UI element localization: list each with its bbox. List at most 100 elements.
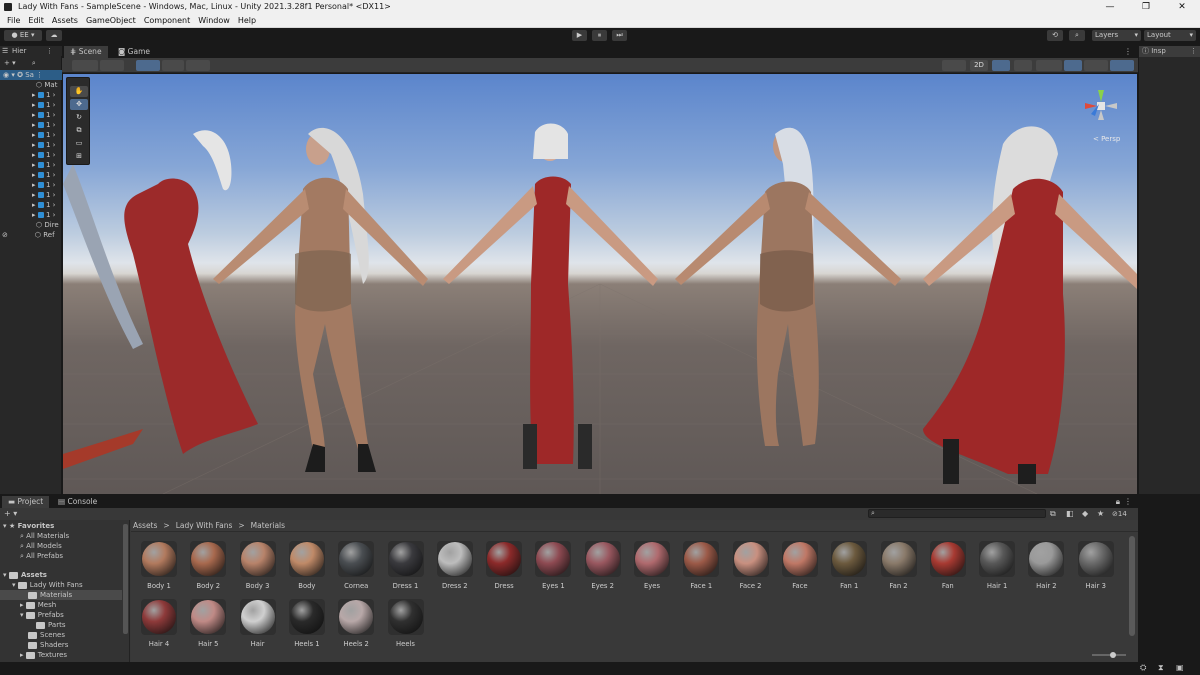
material-item[interactable]: Face 2 <box>730 541 772 595</box>
hidden-objects-toggle[interactable] <box>1064 60 1082 71</box>
material-item[interactable]: Hair 4 <box>138 599 180 653</box>
account-dropdown[interactable]: ● EE ▾ <box>4 30 42 41</box>
scrollbar-thumb[interactable] <box>1129 536 1135 636</box>
folder-item[interactable]: ▸ Mesh <box>20 600 56 610</box>
favorites-header[interactable]: ▾ ★ Favorites <box>3 521 54 531</box>
hierarchy-item[interactable]: ▸ 1 › <box>0 190 62 200</box>
pause-button[interactable]: ⏸ <box>592 30 607 41</box>
add-icon[interactable]: + ▾ <box>4 59 16 67</box>
folder-item[interactable]: Parts <box>36 620 65 630</box>
tree-scrollbar[interactable] <box>123 524 128 634</box>
inspector-tab[interactable]: ⓘ Insp ⋮ <box>1139 46 1200 57</box>
close-button[interactable]: ✕ <box>1164 0 1200 14</box>
scene-viewport[interactable]: < Persp <box>63 74 1137 494</box>
material-item[interactable]: Hair 5 <box>187 599 229 653</box>
hierarchy-item[interactable]: ▸ 1 › <box>0 210 62 220</box>
gizmo-dropdown[interactable] <box>100 60 124 71</box>
material-item[interactable]: Eyes 2 <box>582 541 624 595</box>
hidden-icon[interactable]: ⊘ <box>2 231 8 239</box>
more-icon[interactable]: ⋮ <box>1190 46 1197 57</box>
notification-icon[interactable]: ▣ <box>1176 663 1184 672</box>
thumbnail-size-slider[interactable] <box>1092 652 1126 658</box>
layers-dropdown[interactable]: Layers ▾ <box>1092 30 1141 41</box>
more-icon[interactable]: ⋮ <box>46 46 53 56</box>
grid-snap-dropdown[interactable] <box>136 60 160 71</box>
tab-console[interactable]: ▤ Console <box>52 496 103 508</box>
material-item[interactable]: Eyes <box>631 541 673 595</box>
menu-assets[interactable]: Assets <box>48 14 82 27</box>
material-item[interactable]: Face 1 <box>680 541 722 595</box>
hierarchy-item[interactable]: ▸ 1 › <box>0 180 62 190</box>
camera-dropdown[interactable] <box>1084 60 1108 71</box>
material-item[interactable]: Fan 1 <box>828 541 870 595</box>
orientation-gizmo[interactable] <box>1085 90 1117 120</box>
more-icon[interactable]: ⋮ <box>1124 46 1132 58</box>
rect-tool-button[interactable]: ▭ <box>70 138 88 149</box>
assets-header[interactable]: ▾ Assets <box>3 570 47 580</box>
material-item[interactable]: Eyes 1 <box>532 541 574 595</box>
play-button[interactable]: ▶ <box>572 30 587 41</box>
audio-toggle[interactable] <box>1014 60 1032 71</box>
menu-window[interactable]: Window <box>194 14 234 27</box>
material-item[interactable]: Heels 1 <box>286 599 328 653</box>
more-icon[interactable]: ⋮ <box>1124 496 1132 508</box>
hierarchy-item[interactable]: ▸ 1 › <box>0 170 62 180</box>
menu-edit[interactable]: Edit <box>24 14 48 27</box>
tab-project[interactable]: ▬ Project <box>2 496 50 508</box>
material-item[interactable]: Face <box>779 541 821 595</box>
hierarchy-item[interactable]: ▸ 1 › <box>0 130 62 140</box>
material-item[interactable]: Dress <box>483 541 525 595</box>
folder-item[interactable]: ▸ Textures <box>20 650 67 660</box>
bug-icon[interactable]: ⛭ <box>1140 663 1146 673</box>
snap-dropdown[interactable] <box>162 60 184 71</box>
hierarchy-item[interactable]: ⬡ Mat <box>0 80 62 90</box>
material-item[interactable]: Fan <box>927 541 969 595</box>
hidden-count[interactable]: ⊘14 <box>1112 508 1127 520</box>
2d-toggle[interactable]: 2D <box>970 60 988 71</box>
hierarchy-tab[interactable]: Hier <box>12 46 26 56</box>
history-button[interactable]: ⟲ <box>1047 30 1063 41</box>
hierarchy-item[interactable]: ▸ 1 › <box>0 150 62 160</box>
hierarchy-item[interactable]: ⬡ Dire <box>0 220 62 230</box>
material-item[interactable]: Hair <box>237 599 279 653</box>
hierarchy-item[interactable]: ▸ 1 › <box>0 110 62 120</box>
layout-dropdown[interactable]: Layout ▾ <box>1144 30 1196 41</box>
step-button[interactable]: ⏭ <box>612 30 627 41</box>
folder-item[interactable]: ▾ Lady With Fans <box>12 580 83 590</box>
material-item[interactable]: Body <box>286 541 328 595</box>
hierarchy-item[interactable]: ▸ 1 › <box>0 120 62 130</box>
scale-tool-button[interactable]: ⧉ <box>70 125 88 136</box>
search-input[interactable]: ⌕ <box>868 509 1046 518</box>
material-item[interactable]: Heels 2 <box>335 599 377 653</box>
favorite-icon[interactable]: ★ <box>1097 508 1104 520</box>
transform-tool-button[interactable]: ⊞ <box>70 151 88 162</box>
hierarchy-item[interactable]: ⊘ ⬡ Ref <box>0 230 62 240</box>
cloud-button[interactable]: ☁ <box>46 30 62 41</box>
hierarchy-item[interactable]: ▸ 1 › <box>0 200 62 210</box>
progress-icon[interactable]: ⧗ <box>1158 663 1164 673</box>
filter-icon[interactable]: ⧉ <box>1050 508 1056 520</box>
type-filter-icon[interactable]: ◧ <box>1066 508 1074 520</box>
gizmos-dropdown[interactable] <box>1110 60 1134 71</box>
menu-file[interactable]: File <box>3 14 24 27</box>
favorite-item[interactable]: ⌕ All Prefabs <box>20 551 63 561</box>
draw-mode-dropdown[interactable] <box>72 60 98 71</box>
material-item[interactable]: Cornea <box>335 541 377 595</box>
folder-item[interactable]: Shaders <box>28 640 68 650</box>
material-item[interactable]: Body 3 <box>237 541 279 595</box>
material-item[interactable]: Dress 2 <box>434 541 476 595</box>
folder-item[interactable]: ▾ Prefabs <box>20 610 64 620</box>
visibility-icon[interactable]: ◉ <box>3 71 9 79</box>
lighting-toggle[interactable] <box>992 60 1010 71</box>
increment-dropdown[interactable] <box>186 60 210 71</box>
search-button[interactable]: ⌕ <box>1069 30 1085 41</box>
favorite-item[interactable]: ⌕ All Materials <box>20 531 69 541</box>
hand-tool-button[interactable]: ✋ <box>70 86 88 97</box>
material-item[interactable]: Fan 2 <box>878 541 920 595</box>
scene-row[interactable]: ◉ ▾ ✪ Sa ⋮ <box>0 70 62 80</box>
material-item[interactable]: Hair 3 <box>1075 541 1117 595</box>
minimize-button[interactable]: — <box>1092 0 1128 14</box>
material-item[interactable]: Body 2 <box>187 541 229 595</box>
material-item[interactable]: Body 1 <box>138 541 180 595</box>
favorite-item[interactable]: ⌕ All Models <box>20 541 62 551</box>
